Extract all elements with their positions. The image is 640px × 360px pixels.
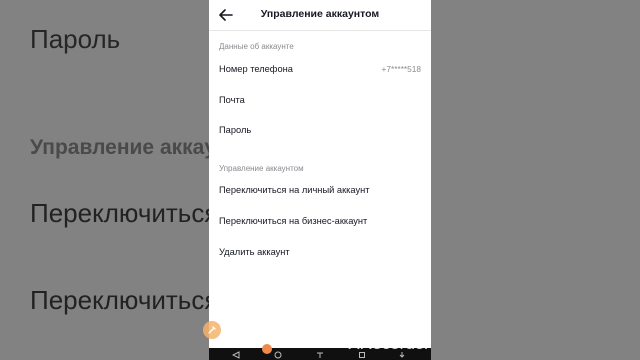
nav-back-button[interactable] xyxy=(231,350,241,360)
row-delete-account[interactable]: Удалить аккаунт xyxy=(209,241,431,265)
phone-screen: Управление аккаунтом Данные об аккаунте … xyxy=(209,0,431,360)
row-label: Удалить аккаунт xyxy=(219,247,290,257)
row-label: Переключиться на личный аккаунт xyxy=(219,185,370,195)
recorder-indicator-dot xyxy=(262,344,272,354)
row-email[interactable]: Почта xyxy=(209,89,431,113)
nav-menu-button[interactable] xyxy=(315,350,325,360)
row-password[interactable]: Пароль xyxy=(209,119,431,143)
bg-switch-business-text: Переключиться xyxy=(30,285,219,315)
section-title-account-data: Данные об аккаунте xyxy=(219,42,294,51)
home-circle-icon xyxy=(274,351,282,359)
recorder-floating-button[interactable] xyxy=(203,321,221,339)
row-phone-number[interactable]: Номер телефона +7*****518 xyxy=(209,58,431,82)
bg-switch-personal-text: Переключиться xyxy=(30,198,219,228)
pencil-icon xyxy=(208,326,216,334)
recorder-watermark: XRecorder xyxy=(348,333,430,353)
back-triangle-icon xyxy=(232,351,240,359)
row-label: Пароль xyxy=(219,125,252,135)
section-title-account-management: Управление аккаунтом xyxy=(219,164,304,173)
row-switch-business[interactable]: Переключиться на бизнес-аккаунт xyxy=(209,210,431,234)
nav-home-button[interactable] xyxy=(273,350,283,360)
bg-manage-text: Управление аккау xyxy=(30,136,216,159)
row-label: Переключиться на бизнес-аккаунт xyxy=(219,216,368,226)
bg-password-text: Пароль xyxy=(30,24,121,54)
phone-number-value: +7*****518 xyxy=(381,64,421,74)
row-label: Номер телефона xyxy=(219,64,293,74)
menu-icon xyxy=(317,352,323,358)
top-bar: Управление аккаунтом xyxy=(209,0,431,31)
row-switch-personal[interactable]: Переключиться на личный аккаунт xyxy=(209,179,431,203)
row-label: Почта xyxy=(219,95,245,105)
page-title: Управление аккаунтом xyxy=(260,8,380,20)
